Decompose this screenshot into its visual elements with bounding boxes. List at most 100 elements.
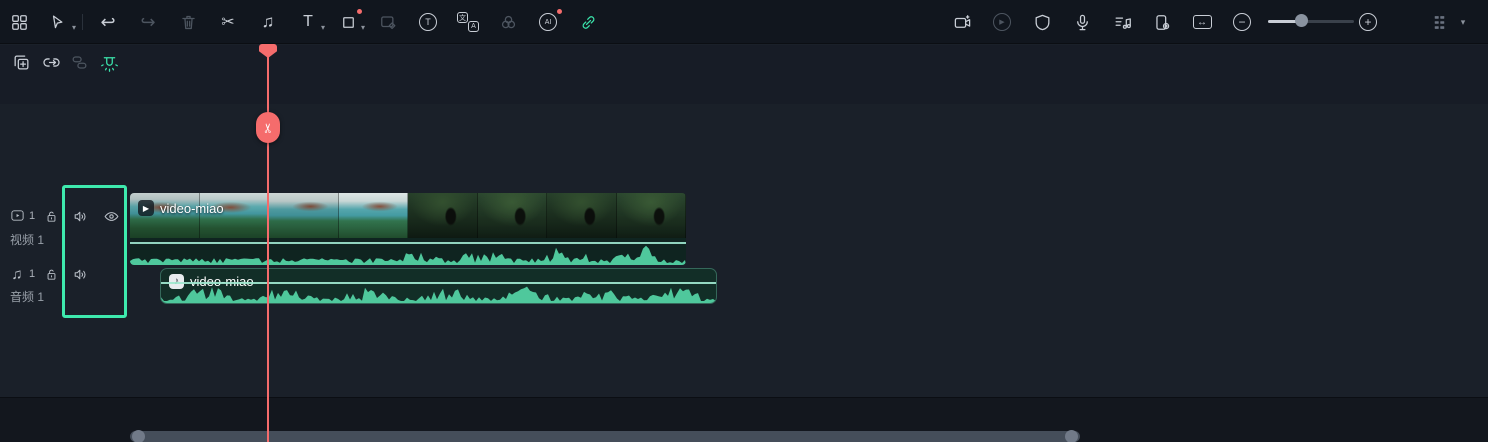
audio-track-count: 1 bbox=[29, 268, 35, 280]
thumbnail bbox=[547, 193, 617, 238]
layout-columns-icon bbox=[1430, 13, 1449, 32]
video-clip[interactable]: ▶ video-miao bbox=[130, 193, 686, 265]
select-tool-button[interactable]: ▾ bbox=[46, 11, 68, 33]
ai-audio-icon: AI bbox=[539, 13, 557, 31]
play-icon: ▶ bbox=[138, 200, 154, 216]
audio-mixer-button[interactable] bbox=[1111, 11, 1133, 33]
snap-toggle-button[interactable] bbox=[98, 51, 120, 73]
translate-en-icon: A bbox=[468, 21, 479, 32]
attach-link-icon bbox=[42, 53, 61, 72]
phone-eye-icon bbox=[1153, 13, 1172, 32]
top-toolbar: ▾ ↩ ↪ ✂ ♫ T ▾ ▾ T 文 A bbox=[0, 0, 1488, 44]
video-waveform bbox=[130, 245, 686, 265]
screen-record-button[interactable] bbox=[951, 11, 973, 33]
lock-open-icon bbox=[44, 209, 59, 224]
audio-track-icon: ♫ bbox=[11, 266, 22, 283]
track-layout-button[interactable] bbox=[1428, 11, 1450, 33]
boundary-protect-button[interactable] bbox=[1031, 11, 1053, 33]
video-track-lock-button[interactable] bbox=[43, 208, 59, 224]
video-editor-timeline: ▾ ↩ ↪ ✂ ♫ T ▾ ▾ T 文 A bbox=[0, 0, 1488, 442]
caret-down-icon: ▾ bbox=[321, 23, 325, 32]
timeline-bottom-bar bbox=[0, 397, 1488, 442]
smart-link-button[interactable] bbox=[577, 11, 599, 33]
audio-beat-button[interactable]: ♫ bbox=[257, 11, 279, 33]
track-area: 1 视频 1 ♫ 1 音频 1 bbox=[0, 104, 1488, 397]
zoom-out-button[interactable]: − bbox=[1231, 11, 1253, 33]
detach-clip-button[interactable] bbox=[68, 51, 90, 73]
speech-to-text-button[interactable]: T bbox=[417, 11, 439, 33]
scrollbar-left-handle[interactable] bbox=[132, 430, 145, 442]
link-icon bbox=[579, 13, 598, 32]
crop-icon bbox=[339, 13, 358, 32]
copy-plus-icon bbox=[12, 53, 31, 72]
media-library-button[interactable] bbox=[8, 11, 30, 33]
grid-icon bbox=[10, 13, 29, 32]
audio-clip[interactable]: ♪ video-miao bbox=[160, 268, 717, 304]
audio-track-mute-button[interactable] bbox=[71, 265, 89, 283]
audio-track-type: ♫ bbox=[9, 266, 25, 282]
translate-button[interactable]: 文 A bbox=[457, 11, 479, 33]
video-clip-header: ▶ video-miao bbox=[138, 200, 224, 216]
video-track-visibility-button[interactable] bbox=[102, 207, 120, 225]
plus-circle-icon: + bbox=[1359, 13, 1377, 31]
video-clip-name: video-miao bbox=[160, 201, 224, 216]
zoom-in-button[interactable]: + bbox=[1357, 11, 1379, 33]
toolbar-divider bbox=[82, 14, 83, 30]
volume-line bbox=[130, 242, 686, 244]
undo-button[interactable]: ↩ bbox=[97, 11, 119, 33]
fit-timeline-button[interactable]: ↔ bbox=[1191, 11, 1213, 33]
video-track-type bbox=[9, 208, 26, 223]
playhead-line bbox=[267, 44, 269, 442]
split-button[interactable]: ✂ bbox=[217, 11, 239, 33]
text-tool-label: T bbox=[303, 13, 313, 31]
speaker-icon bbox=[72, 208, 89, 225]
mixer-icon bbox=[1113, 13, 1132, 32]
attach-clip-button[interactable] bbox=[40, 51, 62, 73]
timeline-scrollbar[interactable] bbox=[130, 431, 1080, 442]
text-tool-button[interactable]: T ▾ bbox=[297, 11, 319, 33]
thumbnail bbox=[269, 193, 339, 238]
caret-down-icon: ▾ bbox=[361, 23, 365, 32]
thumbnail bbox=[478, 193, 548, 238]
record-camera-icon bbox=[953, 13, 972, 32]
audio-track-label: 音频 1 bbox=[10, 288, 44, 305]
copy-clip-button[interactable] bbox=[10, 51, 32, 73]
layout-caret-button[interactable]: ▾ bbox=[1452, 11, 1474, 33]
minus-circle-icon: − bbox=[1233, 13, 1251, 31]
zoom-slider-handle[interactable] bbox=[1295, 14, 1308, 27]
translate-cn-icon: 文 bbox=[457, 12, 468, 23]
mask-icon bbox=[379, 13, 398, 32]
play-circle-icon: ▶ bbox=[993, 13, 1011, 31]
video-track-mute-button[interactable] bbox=[71, 207, 89, 225]
ai-audio-button[interactable]: AI bbox=[537, 11, 559, 33]
video-track-count: 1 bbox=[29, 210, 35, 222]
device-preview-button[interactable] bbox=[1151, 11, 1173, 33]
highlight-box bbox=[62, 185, 127, 318]
magnet-icon bbox=[100, 53, 119, 72]
audio-track-lock-button[interactable] bbox=[43, 266, 59, 282]
blend-circles-icon bbox=[499, 13, 518, 32]
thumbnail bbox=[617, 193, 687, 238]
fit-width-icon: ↔ bbox=[1193, 15, 1212, 29]
scrollbar-right-handle[interactable] bbox=[1065, 430, 1078, 442]
render-preview-button[interactable]: ▶ bbox=[991, 11, 1013, 33]
redo-button[interactable]: ↪ bbox=[137, 11, 159, 33]
microphone-icon bbox=[1073, 13, 1092, 32]
notification-dot bbox=[557, 9, 562, 14]
timeline-toolbar: :00:0000:00:04:2500:00:09:2000:00:14:150… bbox=[0, 45, 1488, 104]
delete-button[interactable] bbox=[177, 11, 199, 33]
crop-tool-button[interactable]: ▾ bbox=[337, 11, 359, 33]
color-blend-button[interactable] bbox=[497, 11, 519, 33]
mask-tool-button[interactable] bbox=[377, 11, 399, 33]
thumbnail bbox=[408, 193, 478, 238]
video-track-icon bbox=[9, 208, 26, 223]
thumbnail bbox=[339, 193, 409, 238]
video-track-label: 视频 1 bbox=[10, 231, 44, 248]
voiceover-button[interactable] bbox=[1071, 11, 1093, 33]
timeline-zoom-slider[interactable] bbox=[1268, 20, 1354, 23]
eye-icon bbox=[103, 208, 120, 225]
volume-line bbox=[161, 282, 716, 284]
caret-down-icon: ▾ bbox=[72, 23, 76, 32]
scissors-icon: ✂ bbox=[260, 122, 276, 133]
playhead-scissors-button[interactable]: ✂ bbox=[256, 112, 280, 143]
